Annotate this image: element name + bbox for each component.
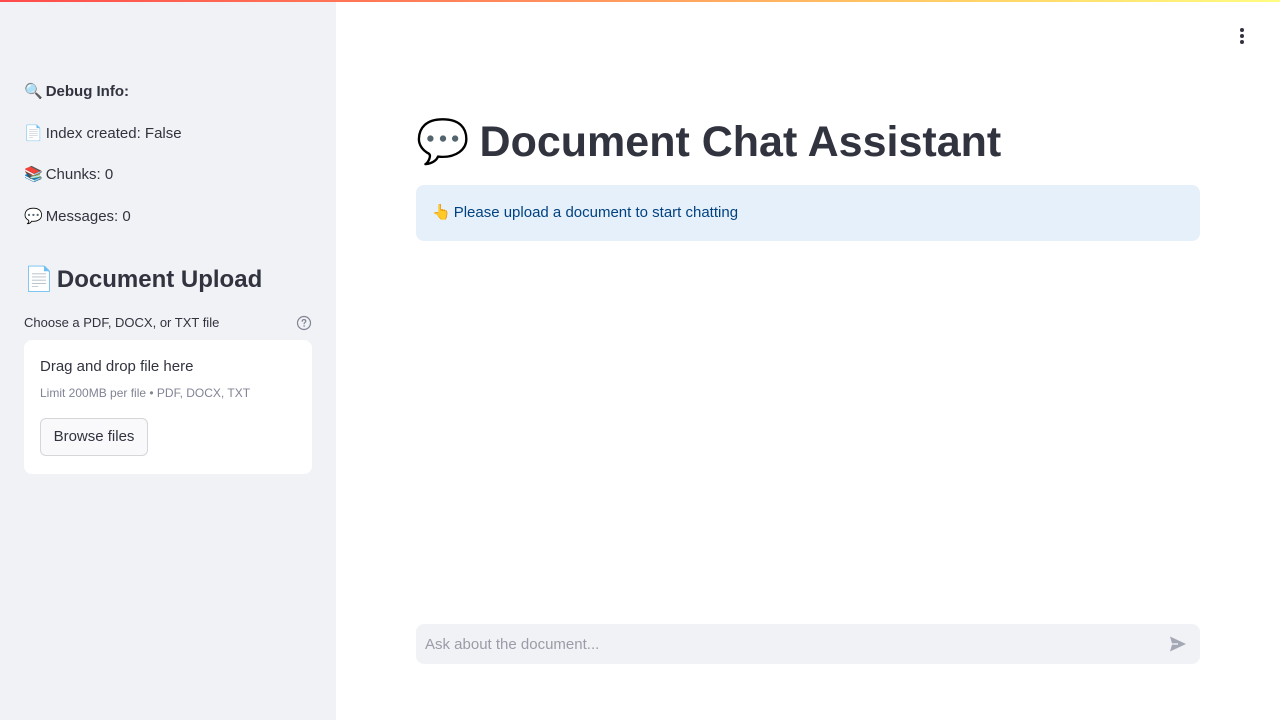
debug-index-text: Index created: False	[45, 125, 182, 142]
info-alert: 👆 Please upload a document to start chatt…	[416, 185, 1200, 241]
sidebar: 🔍 Debug Info: 📄 Index created: False 📚 Chun…	[0, 0, 336, 720]
vertical-dots-icon[interactable]	[1230, 24, 1254, 48]
info-alert-text: Please upload a document to start chatti…	[453, 204, 739, 221]
top-accent-bar	[0, 0, 1280, 2]
info-alert-message: 👆 Please upload a document to start chatt…	[432, 203, 738, 223]
question-circle-icon[interactable]	[296, 315, 312, 331]
debug-info-title-text: Debug Info:	[45, 83, 130, 100]
document-icon: 📄	[24, 125, 43, 142]
books-icon: 📚	[24, 166, 43, 183]
file-dropzone[interactable]: Drag and drop file here Limit 200MB per …	[24, 340, 312, 474]
chat-input[interactable]	[416, 624, 1156, 664]
debug-messages-count: 💬 Messages: 0	[24, 207, 131, 227]
chat-input-container	[416, 624, 1200, 664]
file-uploader-label: Choose a PDF, DOCX, or TXT file	[24, 315, 220, 330]
page-title-text: Document Chat Assistant	[479, 118, 1002, 166]
debug-info-title: 🔍 Debug Info:	[24, 82, 129, 102]
browse-files-button[interactable]: Browse files	[40, 418, 148, 456]
speech-bubble-icon: 💬	[24, 208, 43, 225]
document-upload-heading-text: Document Upload	[56, 266, 263, 293]
document-upload-heading: 📄 Document Upload	[24, 264, 262, 296]
debug-messages-text: Messages: 0	[45, 208, 131, 225]
dropzone-title: Drag and drop file here	[40, 358, 194, 375]
document-icon: 📄	[24, 266, 54, 293]
debug-chunks-count: 📚 Chunks: 0	[24, 165, 113, 185]
page-title: 💬 Document Chat Assistant	[416, 114, 1001, 170]
pointing-up-icon: 👆	[432, 204, 451, 221]
dropzone-limit-text: Limit 200MB per file • PDF, DOCX, TXT	[40, 386, 251, 400]
magnifier-icon: 🔍	[24, 83, 43, 100]
debug-chunks-text: Chunks: 0	[45, 166, 114, 183]
debug-index-status: 📄 Index created: False	[24, 124, 182, 144]
speech-bubble-icon: 💬	[416, 118, 470, 166]
send-arrow-icon[interactable]	[1168, 634, 1188, 654]
